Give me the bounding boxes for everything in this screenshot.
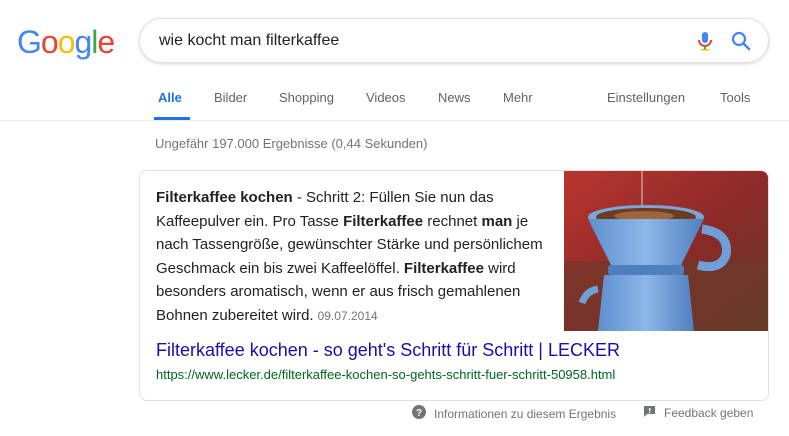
tab-shopping[interactable]: Shopping	[279, 90, 334, 105]
help-icon: ?	[412, 405, 426, 422]
logo-letter: o	[40, 24, 59, 60]
snippet-text: Filterkaffee kochen - Schritt 2: Füllen …	[156, 186, 548, 328]
result-title-separator: -	[307, 340, 324, 360]
about-result-link[interactable]: ? Informationen zu diesem Ergebnis	[412, 405, 616, 422]
tab-all[interactable]: Alle	[158, 90, 182, 105]
snippet-plain: rechnet	[423, 212, 482, 230]
tab-news[interactable]: News	[438, 90, 471, 105]
feedback-label: Feedback geben	[664, 406, 754, 420]
snippet-bold: Filterkaffee kochen	[156, 189, 293, 206]
coffee-filter-photo[interactable]	[564, 171, 768, 331]
logo-letter: g	[74, 24, 92, 60]
active-tab-indicator	[154, 117, 190, 120]
result-url[interactable]: https://www.lecker.de/filterkaffee-koche…	[156, 367, 615, 382]
result-title-link[interactable]: Filterkaffee kochen - so geht's Schritt …	[156, 340, 620, 361]
logo-letter: e	[97, 24, 115, 60]
svg-text:?: ?	[416, 408, 422, 419]
snippet-date: 09.07.2014	[317, 308, 378, 323]
microphone-icon[interactable]	[693, 29, 717, 53]
about-result-label: Informationen zu diesem Ergebnis	[434, 406, 617, 421]
result-title-rest: so geht's Schritt für Schritt | LECKER	[323, 340, 620, 360]
result-stats: Ungefähr 197.000 Ergebnisse (0,44 Sekund…	[155, 136, 428, 151]
search-box	[139, 18, 769, 63]
logo-letter: o	[57, 24, 76, 60]
search-icon[interactable]	[729, 29, 753, 53]
feedback-link[interactable]: Feedback geben	[643, 405, 753, 421]
tab-settings[interactable]: Einstellungen	[607, 90, 685, 105]
result-title-main: Filterkaffee kochen	[156, 340, 308, 360]
tab-videos[interactable]: Videos	[366, 90, 406, 105]
search-input[interactable]	[159, 30, 679, 52]
google-logo[interactable]: Google	[17, 24, 115, 61]
feedback-icon	[643, 405, 656, 421]
tab-images[interactable]: Bilder	[214, 90, 247, 105]
snippet-bold: Filterkaffee	[403, 259, 484, 277]
tab-tools[interactable]: Tools	[720, 90, 750, 105]
featured-snippet: Filterkaffee kochen - Schritt 2: Füllen …	[139, 170, 769, 401]
snippet-bold: Filterkaffee	[343, 212, 424, 230]
snippet-bold: man	[481, 212, 513, 230]
tab-more[interactable]: Mehr	[503, 90, 533, 105]
logo-letter: G	[17, 24, 42, 60]
search-tabs: Alle Bilder Shopping Videos News Mehr Ei…	[0, 64, 789, 121]
